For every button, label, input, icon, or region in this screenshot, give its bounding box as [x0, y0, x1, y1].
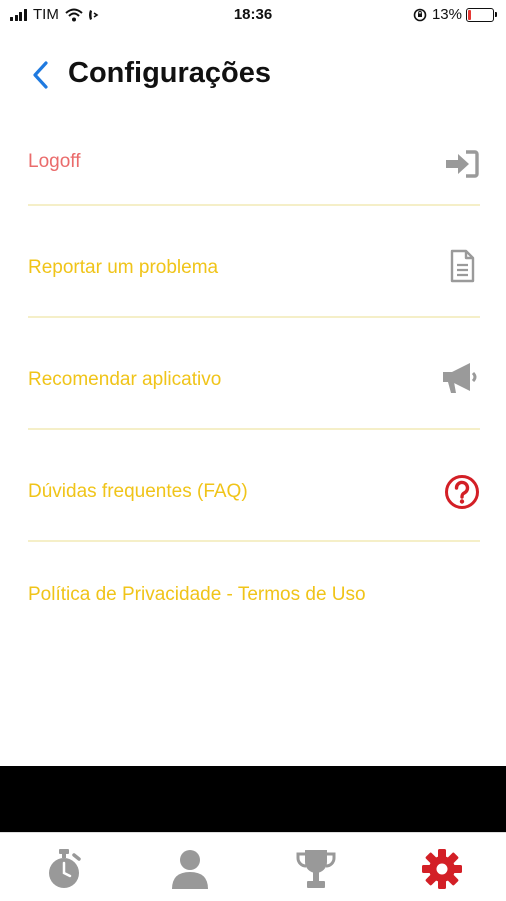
battery-icon: [466, 7, 497, 22]
status-bar: TIM 18:36 13%: [0, 0, 506, 30]
back-button[interactable]: [26, 58, 56, 94]
user-icon: [172, 850, 208, 889]
orientation-lock-icon: [413, 8, 427, 21]
question-circle-icon: [445, 475, 479, 509]
trophy-icon: [296, 850, 336, 888]
settings-menu: Logoff Reportar um problema Recomendar a…: [28, 108, 480, 662]
gear-icon: [422, 849, 462, 889]
menu-item-label: Dúvidas frequentes (FAQ): [28, 481, 248, 502]
tab-ranking[interactable]: [294, 847, 338, 891]
menu-item-recommend-app[interactable]: Recomendar aplicativo: [28, 318, 480, 430]
menu-item-label: Logoff: [28, 151, 81, 172]
tab-stopwatch[interactable]: [42, 847, 86, 891]
logout-icon: [446, 150, 479, 178]
black-bar: [0, 766, 506, 832]
page-title: Configurações: [68, 57, 272, 89]
document-icon: [450, 249, 475, 283]
menu-item-label: Recomendar aplicativo: [28, 369, 222, 390]
tab-settings[interactable]: [420, 847, 464, 891]
tab-bar: [0, 832, 506, 901]
menu-item-faq[interactable]: Dúvidas frequentes (FAQ): [28, 430, 480, 542]
chevron-left-icon: [33, 61, 48, 89]
nav-header: Configurações: [0, 48, 506, 104]
menu-item-logoff[interactable]: Logoff: [28, 108, 480, 206]
status-right: 13%: [413, 6, 497, 23]
menu-item-label: Política de Privacidade - Termos de Uso: [28, 584, 366, 605]
menu-item-label: Reportar um problema: [28, 257, 219, 278]
megaphone-icon: [443, 363, 477, 393]
stopwatch-icon: [49, 849, 81, 888]
tab-profile[interactable]: [168, 847, 212, 891]
menu-item-privacy-terms[interactable]: Política de Privacidade - Termos de Uso: [28, 542, 480, 662]
menu-item-report-problem[interactable]: Reportar um problema: [28, 206, 480, 318]
battery-percent: 13%: [431, 6, 462, 23]
